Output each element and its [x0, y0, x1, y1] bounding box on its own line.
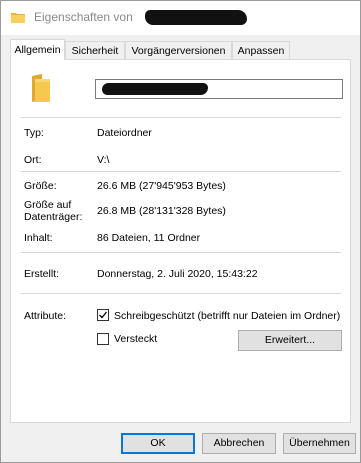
window-title: Eigenschaften von — [34, 10, 133, 24]
title-bar[interactable]: Eigenschaften von — [1, 1, 360, 35]
general-tab-panel: Typ: Dateiordner Ort: V:\ Größe: 26.6 MB… — [10, 59, 351, 423]
size-on-disk-label-line1: Größe auf — [24, 199, 72, 211]
hidden-checkbox[interactable] — [97, 333, 109, 345]
folder-name-input[interactable] — [95, 79, 343, 99]
redacted-folder-name — [145, 10, 247, 25]
readonly-label[interactable]: Schreibgeschützt (betrifft nur Dateien i… — [114, 310, 340, 322]
location-value: V:\ — [97, 154, 110, 166]
separator — [21, 293, 341, 294]
size-on-disk-label-line2: Datenträger: — [24, 211, 83, 223]
size-value: 26.6 MB (27'945'953 Bytes) — [97, 180, 226, 192]
apply-button[interactable]: Übernehmen — [283, 433, 356, 454]
readonly-checkbox[interactable] — [97, 309, 109, 321]
advanced-button[interactable]: Erweitert... — [238, 330, 342, 351]
size-label: Größe: — [24, 180, 57, 192]
folder-icon — [30, 74, 51, 103]
contents-label: Inhalt: — [24, 232, 53, 244]
properties-dialog: Eigenschaften von Allgemein Sicherheit V… — [0, 0, 361, 463]
checkmark-icon — [99, 311, 108, 319]
separator — [21, 171, 341, 172]
location-label: Ort: — [24, 154, 42, 166]
created-value: Donnerstag, 2. Juli 2020, 15:43:22 — [97, 268, 258, 280]
tab-allgemein[interactable]: Allgemein — [10, 39, 65, 60]
contents-value: 86 Dateien, 11 Ordner — [97, 232, 201, 244]
redacted-name-value — [102, 83, 208, 95]
separator — [21, 252, 341, 253]
folder-icon — [11, 12, 25, 23]
tab-anpassen[interactable]: Anpassen — [232, 41, 290, 59]
type-label: Typ: — [24, 127, 44, 139]
ok-button[interactable]: OK — [121, 433, 195, 454]
hidden-label[interactable]: Versteckt — [114, 333, 157, 345]
created-label: Erstellt: — [24, 268, 60, 280]
type-value: Dateiordner — [97, 127, 152, 139]
tab-vorgaengerversionen[interactable]: Vorgängerversionen — [125, 41, 232, 59]
separator — [21, 117, 341, 118]
size-on-disk-value: 26.8 MB (28'131'328 Bytes) — [97, 205, 226, 217]
cancel-button[interactable]: Abbrechen — [202, 433, 276, 454]
attributes-label: Attribute: — [24, 310, 67, 322]
tab-sicherheit[interactable]: Sicherheit — [65, 41, 125, 59]
